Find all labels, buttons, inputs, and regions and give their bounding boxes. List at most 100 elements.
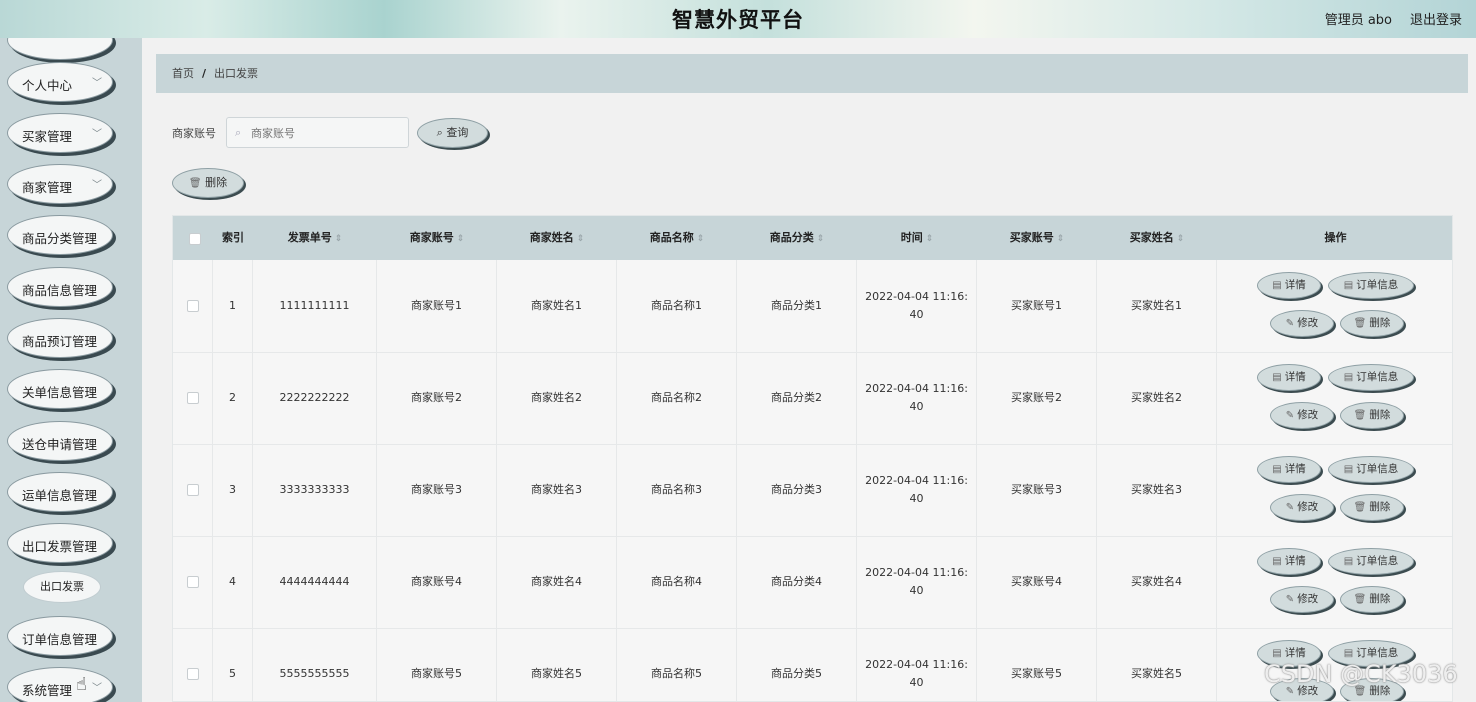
breadcrumb-separator: / [202, 67, 207, 80]
cell-product-name: 商品名称4 [617, 536, 737, 628]
sidebar-item-label: 商品预订管理 [22, 334, 98, 349]
row-checkbox[interactable] [186, 484, 199, 496]
edit-button[interactable]: ✎ 修改 [1270, 586, 1334, 613]
cell-index: 5 [213, 628, 253, 701]
document-icon: ▤ [1343, 372, 1354, 383]
order-info-button[interactable]: ▤ 订单信息 [1328, 364, 1414, 391]
cell-actions: ▤ 详情 ▤ 订单信息 ✎ 修改 🗑 删除 [1217, 536, 1452, 628]
cell-actions: ▤ 详情 ▤ 订单信息 ✎ 修改 🗑 删除 [1217, 260, 1452, 352]
edit-button[interactable]: ✎ 修改 [1270, 310, 1334, 337]
detail-button[interactable]: ▤ 详情 [1257, 456, 1321, 483]
sidebar-item-system-management[interactable]: 系统管理 ﹀ [7, 667, 113, 702]
sidebar-item-top-cutoff[interactable] [7, 38, 113, 60]
sort-icon: ⇕ [456, 234, 465, 244]
sidebar-item-label: 个人中心 [22, 78, 73, 93]
cell-merchant-account: 商家账号4 [377, 536, 497, 628]
sidebar-item-product-management[interactable]: 商品信息管理 [7, 267, 113, 307]
table-row: 3 3333333333 商家账号3 商家姓名3 商品名称3 商品分类3 2022-04-0… [173, 444, 1452, 537]
order-info-button[interactable]: ▤ 订单信息 [1328, 456, 1414, 483]
breadcrumb-home-link[interactable]: 首页 [172, 67, 194, 80]
column-header-time[interactable]: 时间 ⇕ [857, 216, 977, 260]
cell-invoice: 3333333333 [253, 444, 377, 536]
sidebar-item-label: 送仓申请管理 [22, 437, 98, 452]
delete-button[interactable]: 🗑 删除 [1340, 586, 1404, 613]
logout-link[interactable]: 退出登录 [1410, 9, 1462, 28]
sidebar-item-order-management[interactable]: 订单信息管理 [7, 616, 113, 656]
hand-cursor-icon: ☝ [76, 674, 87, 695]
sidebar-item-invoice-management[interactable]: 出口发票管理 [7, 523, 113, 563]
select-all-checkbox[interactable] [189, 233, 201, 245]
row-checkbox[interactable] [186, 668, 199, 680]
document-icon: ▤ [1343, 280, 1354, 291]
sidebar-item-label: 关单信息管理 [22, 385, 98, 400]
detail-button[interactable]: ▤ 详情 [1257, 364, 1321, 391]
search-icon: ⌕ [436, 126, 443, 139]
trash-icon: 🗑 [1353, 594, 1367, 605]
detail-button[interactable]: ▤ 详情 [1257, 272, 1321, 299]
sidebar-item-waybill-management[interactable]: 运单信息管理 [7, 472, 113, 512]
sidebar-item-personal-center[interactable]: 个人中心 ﹀ [7, 62, 113, 102]
column-header-invoice[interactable]: 发票单号 ⇕ [253, 216, 377, 260]
query-button-label: 查询 [446, 126, 469, 139]
cell-buyer-account: 买家账号2 [977, 352, 1097, 444]
sidebar: 个人中心 ﹀ 买家管理 ﹀ 商家管理 ﹀ 商品分类管理 商品信息管理 商品预订管… [0, 38, 142, 702]
row-checkbox[interactable] [186, 576, 199, 588]
cell-buyer-name: 买家姓名3 [1097, 444, 1217, 536]
delete-button[interactable]: 🗑 删除 [1340, 310, 1404, 337]
sidebar-item-label: 出口发票管理 [22, 539, 98, 554]
document-icon: ▤ [1343, 648, 1354, 659]
cell-actions: ▤ 详情 ▤ 订单信息 ✎ 修改 🗑 删除 [1217, 352, 1452, 444]
app-title: 智慧外贸平台 [672, 8, 804, 32]
column-header-product-name[interactable]: 商品名称 ⇕ [617, 216, 737, 260]
search-input[interactable] [249, 121, 403, 146]
cell-invoice: 1111111111 [253, 260, 377, 352]
sidebar-subitem-export-invoice[interactable]: 出口发票 [23, 571, 101, 603]
delete-button[interactable]: 🗑 删除 [1340, 494, 1404, 521]
search-field[interactable]: ⌕ [226, 117, 409, 148]
column-header-merchant-account[interactable]: 商家账号 ⇕ [377, 216, 497, 260]
order-info-button[interactable]: ▤ 订单信息 [1328, 272, 1414, 299]
cell-invoice: 4444444444 [253, 536, 377, 628]
cell-merchant-account: 商家账号1 [377, 260, 497, 352]
order-info-button[interactable]: ▤ 订单信息 [1328, 548, 1414, 575]
column-header-product-category[interactable]: 商品分类 ⇕ [737, 216, 857, 260]
sidebar-item-buyer-management[interactable]: 买家管理 ﹀ [7, 113, 113, 153]
document-icon: ▤ [1272, 464, 1282, 475]
sidebar-item-merchant-management[interactable]: 商家管理 ﹀ [7, 164, 113, 204]
cell-product-name: 商品名称1 [617, 260, 737, 352]
cell-checkbox [173, 444, 213, 536]
cell-merchant-name: 商家姓名5 [497, 628, 617, 701]
query-button[interactable]: ⌕ 查询 [417, 118, 488, 148]
row-checkbox[interactable] [186, 300, 199, 312]
sidebar-item-customs-management[interactable]: 关单信息管理 [7, 369, 113, 409]
sidebar-item-warehouse-request[interactable]: 送仓申请管理 [7, 421, 113, 461]
column-header-merchant-name[interactable]: 商家姓名 ⇕ [497, 216, 617, 260]
search-icon: ⌕ [235, 126, 242, 139]
detail-button[interactable]: ▤ 详情 [1257, 548, 1321, 575]
row-checkbox[interactable] [186, 392, 199, 404]
sort-icon: ⇕ [696, 234, 705, 244]
invoice-table: 索引 发票单号 ⇕ 商家账号 ⇕ 商家姓名 ⇕ 商品名称 ⇕ 商品分类 ⇕ 时间 ⇕ 买家账… [172, 215, 1453, 702]
edit-button[interactable]: ✎ 修改 [1270, 402, 1334, 429]
current-user-label: 管理员 abo [1324, 13, 1392, 28]
table-row: 1 1111111111 商家账号1 商家姓名1 商品名称1 商品分类1 2022-04-0… [173, 260, 1452, 353]
cell-merchant-name: 商家姓名1 [497, 260, 617, 352]
cell-buyer-account: 买家账号1 [977, 260, 1097, 352]
cell-time: 2022-04-04 11:16:40 [857, 444, 977, 536]
chevron-down-icon: ﹀ [92, 180, 102, 191]
column-header-buyer-name[interactable]: 买家姓名 ⇕ [1097, 216, 1217, 260]
chevron-down-icon: ﹀ [92, 683, 102, 694]
batch-delete-button[interactable]: 🗑 删除 [172, 168, 244, 198]
sidebar-item-label: 订单信息管理 [22, 632, 98, 647]
edit-button[interactable]: ✎ 修改 [1270, 494, 1334, 521]
sidebar-item-reservation-management[interactable]: 商品预订管理 [7, 318, 113, 358]
delete-button[interactable]: 🗑 删除 [1340, 402, 1404, 429]
sidebar-item-label: 系统管理 [22, 683, 73, 698]
column-header-buyer-account[interactable]: 买家账号 ⇕ [977, 216, 1097, 260]
cell-product-category: 商品分类2 [737, 352, 857, 444]
sidebar-item-category-management[interactable]: 商品分类管理 [7, 215, 113, 255]
sidebar-item-label: 商家管理 [22, 180, 73, 195]
cell-invoice: 2222222222 [253, 352, 377, 444]
cell-product-name: 商品名称5 [617, 628, 737, 701]
document-icon: ▤ [1272, 280, 1282, 291]
